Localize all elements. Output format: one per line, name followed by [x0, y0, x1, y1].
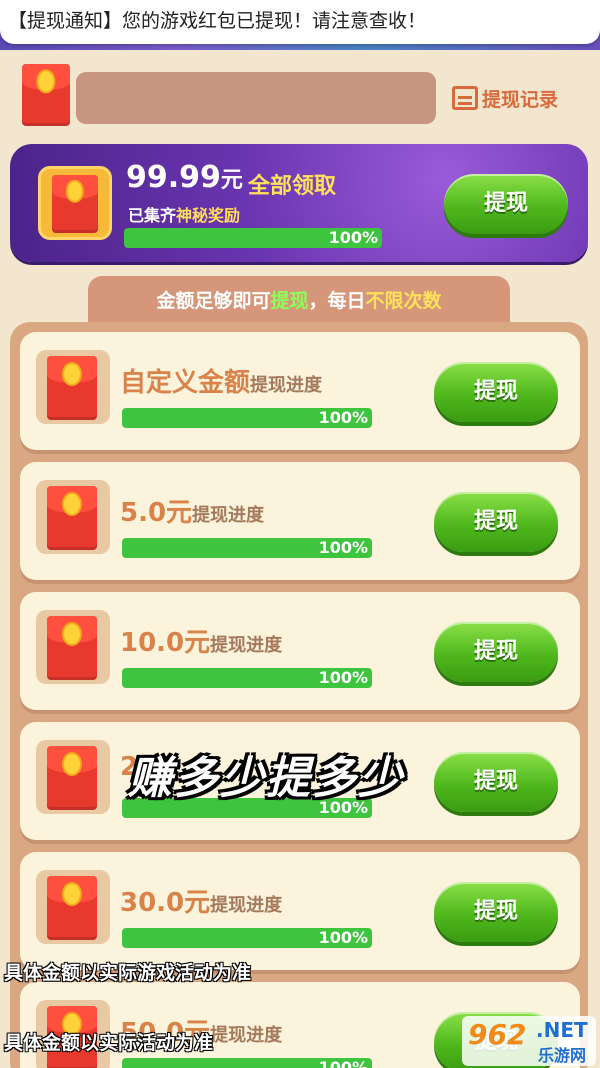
card-progress-label: 提现进度: [250, 375, 323, 396]
red-envelope-icon: [47, 356, 97, 420]
withdraw-card: 5.0元提现进度 100% 提现: [20, 462, 580, 580]
disclaimer-caption: 具体金额以实际游戏活动为准: [4, 962, 252, 984]
red-envelope-icon: [52, 175, 98, 233]
premium-sub-highlight: 神秘奖励: [176, 206, 241, 225]
card-progress-label: 提现进度: [192, 505, 265, 526]
card-progress-bar: 100%: [122, 538, 372, 558]
card-withdraw-button[interactable]: 提现: [434, 492, 558, 552]
red-envelope-icon: [47, 876, 97, 940]
card-amount: 30.0元: [120, 888, 211, 918]
banner-text-3: ，每日: [308, 290, 366, 312]
user-row: 提现记录: [0, 50, 600, 140]
premium-reward-card: 99.99元 全部领取 已集齐神秘奖励 100% 提现: [10, 144, 588, 262]
card-title: 30.0元提现进度: [120, 882, 282, 919]
card-progress-text: 100%: [318, 1058, 368, 1068]
premium-withdraw-button[interactable]: 提现: [444, 174, 568, 234]
withdraw-page: 提现记录 99.99元 全部领取 已集齐神秘奖励 100% 提现 金额足够即可提…: [0, 50, 600, 1068]
card-withdraw-button[interactable]: 提现: [434, 752, 558, 812]
premium-progress-text: 100%: [328, 228, 378, 247]
premium-amount: 99.99元: [126, 160, 243, 195]
card-progress-label: 提现进度: [210, 635, 283, 656]
withdraw-rule-banner: 金额足够即可提现，每日不限次数: [88, 276, 510, 326]
card-envelope-frame: [36, 480, 110, 554]
card-progress-label: 提现进度: [210, 895, 283, 916]
card-withdraw-button[interactable]: 提现: [434, 362, 558, 422]
withdraw-record-button[interactable]: 提现记录: [452, 78, 576, 118]
disclaimer-caption-2: 具体金额以实际活动为准: [4, 1032, 214, 1054]
watermark-net: .NET: [536, 1018, 588, 1042]
card-amount: 5.0元: [120, 498, 193, 528]
card-progress-bar: 100%: [122, 1058, 372, 1068]
withdraw-card: 自定义金额提现进度 100% 提现: [20, 332, 580, 450]
card-progress-bar: 100%: [122, 668, 372, 688]
card-progress-text: 100%: [318, 408, 368, 427]
card-progress-text: 100%: [318, 668, 368, 687]
card-envelope-frame: [36, 870, 110, 944]
card-progress-label: 提现进度: [210, 1025, 283, 1046]
card-title: 10.0元提现进度: [120, 622, 282, 659]
premium-amount-value: 99.99: [126, 160, 221, 195]
withdraw-card: 10.0元提现进度 100% 提现: [20, 592, 580, 710]
premium-sub-prefix: 已集齐: [128, 206, 177, 225]
card-progress-text: 100%: [318, 538, 368, 557]
premium-subtitle: 已集齐神秘奖励: [128, 202, 240, 226]
premium-amount-unit: 元: [220, 168, 243, 193]
card-envelope-frame: [36, 610, 110, 684]
premium-progress-bar: 100%: [124, 228, 382, 248]
card-withdraw-button[interactable]: 提现: [434, 622, 558, 682]
banner-text-2: 提现: [270, 290, 309, 312]
withdraw-record-label: 提现记录: [482, 88, 559, 111]
card-withdraw-button[interactable]: 提现: [434, 882, 558, 942]
banner-text-4: 不限次数: [365, 290, 442, 312]
watermark-logo: 962: [468, 1018, 527, 1051]
card-progress-text: 100%: [318, 928, 368, 947]
card-envelope-frame: [36, 740, 110, 814]
withdraw-notification[interactable]: 【提现通知】您的游戏红包已提现！请注意查收！: [0, 0, 600, 44]
card-amount: 10.0元: [120, 628, 211, 658]
record-icon: [452, 86, 478, 110]
promo-caption: 赚多少提多少: [128, 753, 404, 804]
card-progress-bar: 100%: [122, 408, 372, 428]
red-envelope-icon: [47, 746, 97, 810]
card-amount: 自定义金额: [120, 368, 251, 398]
premium-claim-label: 全部领取: [248, 174, 337, 199]
banner-text-1: 金额足够即可: [156, 290, 271, 312]
card-envelope-frame: [36, 350, 110, 424]
user-info-bar: [76, 72, 436, 124]
card-title: 5.0元提现进度: [120, 492, 264, 529]
withdraw-card: 30.0元提现进度 100% 提现: [20, 852, 580, 970]
watermark-site: 乐游网: [538, 1046, 587, 1065]
red-envelope-icon: [47, 616, 97, 680]
red-envelope-icon: [22, 64, 70, 126]
card-title: 自定义金额提现进度: [120, 362, 322, 399]
premium-envelope-frame: [38, 166, 112, 240]
red-envelope-icon: [47, 486, 97, 550]
site-watermark: 962 .NET 乐游网: [462, 1016, 596, 1066]
card-progress-bar: 100%: [122, 928, 372, 948]
